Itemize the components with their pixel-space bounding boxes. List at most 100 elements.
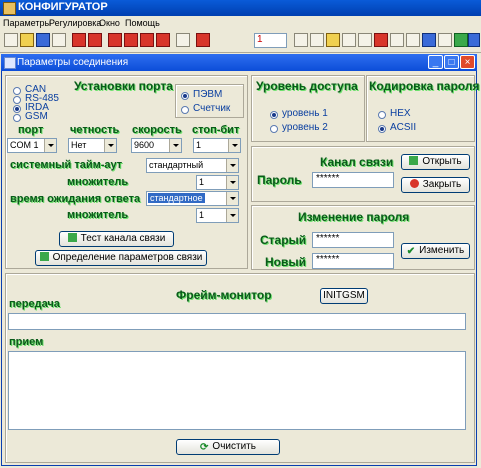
level-2-text: уровень 2 xyxy=(282,122,328,133)
save-icon[interactable] xyxy=(36,33,50,47)
radio-can[interactable] xyxy=(13,87,21,95)
stop-bit-value: 1 xyxy=(196,140,202,150)
cross-icon[interactable] xyxy=(176,33,190,47)
chevron-down-icon xyxy=(169,139,181,152)
chevron-down-icon xyxy=(228,139,240,152)
stop-icon[interactable] xyxy=(88,33,102,47)
radio-level-2[interactable] xyxy=(270,125,278,133)
minimize-button[interactable]: _ xyxy=(428,55,443,69)
speed-value: 9600 xyxy=(134,140,155,150)
test-channel-button[interactable]: Тест канала связи xyxy=(59,231,174,247)
password-encoding-heading: Кодировка пароля xyxy=(369,79,480,93)
pin-icon[interactable] xyxy=(374,33,388,47)
clock-icon[interactable] xyxy=(438,33,452,47)
open-icon[interactable] xyxy=(20,33,34,47)
stop-bit-label: стоп-бит xyxy=(192,124,240,136)
change-password-heading: Изменение пароля xyxy=(298,210,410,224)
radio-meter[interactable] xyxy=(181,106,189,114)
menu-window[interactable]: Окно xyxy=(99,18,120,28)
radio-rs485[interactable] xyxy=(13,96,21,104)
chart-icon[interactable] xyxy=(454,33,468,47)
close-channel-button[interactable]: Закрыть xyxy=(401,177,470,193)
chevron-down-icon xyxy=(104,139,116,152)
radio-level-1[interactable] xyxy=(270,111,278,119)
maximize-button[interactable]: □ xyxy=(444,55,459,69)
refresh-icon: ⟳ xyxy=(200,442,209,453)
sys-timeout-mult-select[interactable]: 1 xyxy=(196,175,239,190)
detect-params-button[interactable]: Определение параметров связи xyxy=(35,250,207,266)
radio-gsm[interactable] xyxy=(13,114,21,122)
toolbar-number-field[interactable]: 1 xyxy=(254,33,287,48)
access-level-heading: Уровень доступа xyxy=(256,79,358,93)
sys-timeout-select[interactable]: стандартный xyxy=(146,158,239,173)
meter-icon[interactable] xyxy=(310,33,324,47)
menu-regulation[interactable]: Регулировка xyxy=(49,18,101,28)
bulb-icon[interactable] xyxy=(326,33,340,47)
settings-icon[interactable] xyxy=(468,33,480,47)
app-title-bar: КОНФИГУРАТОР xyxy=(0,0,481,16)
phone-icon[interactable] xyxy=(196,33,210,47)
hex-text: HEX xyxy=(390,108,411,119)
chevron-down-icon xyxy=(226,159,238,172)
arrow-down-icon[interactable] xyxy=(108,33,122,47)
port-settings-heading: Установки порта xyxy=(74,79,173,93)
dialog-title: Параметры соединения xyxy=(17,57,129,68)
menu-help[interactable]: Помощь xyxy=(125,18,160,28)
sys-timeout-mult-label: множитель xyxy=(67,176,129,188)
send-input[interactable] xyxy=(8,313,466,330)
flag-icon[interactable] xyxy=(156,33,170,47)
radio-ascii[interactable] xyxy=(378,125,386,133)
runner-icon xyxy=(409,156,419,165)
radio-hex[interactable] xyxy=(378,111,386,119)
parity-label: четность xyxy=(70,124,120,136)
speed-label: скорость xyxy=(132,124,182,136)
gauge-icon[interactable] xyxy=(342,33,356,47)
port-select[interactable]: COM 1 xyxy=(7,138,57,153)
calculator-icon[interactable] xyxy=(406,33,420,47)
new-icon[interactable] xyxy=(4,33,18,47)
initgsm-button[interactable]: INITGSM xyxy=(320,288,368,304)
disconnect-icon[interactable] xyxy=(72,33,86,47)
level-1-text: уровень 1 xyxy=(282,108,328,119)
open-label: Открыть xyxy=(422,156,462,167)
runner-icon xyxy=(39,252,49,261)
send-label: передача xyxy=(9,298,60,310)
parity-select[interactable]: Нет xyxy=(68,138,117,153)
password-input[interactable]: ****** xyxy=(312,172,394,188)
interface-gsm: GSM xyxy=(25,111,48,122)
port-value: COM 1 xyxy=(10,140,39,150)
radio-irda[interactable] xyxy=(13,105,21,113)
old-password-input[interactable]: ****** xyxy=(312,232,394,248)
star-icon[interactable] xyxy=(358,33,372,47)
stop-bit-select[interactable]: 1 xyxy=(193,138,241,153)
close-channel-label: Закрыть xyxy=(422,179,462,190)
battery-icon[interactable] xyxy=(390,33,404,47)
no-icon[interactable] xyxy=(140,33,154,47)
new-password-input[interactable]: ****** xyxy=(312,253,394,269)
chevron-down-icon xyxy=(226,209,238,222)
open-button[interactable]: Открыть xyxy=(401,154,470,170)
print-icon[interactable] xyxy=(52,33,66,47)
no-entry-icon xyxy=(409,179,419,188)
target-meter: Счетчик xyxy=(193,103,231,114)
calendar-icon[interactable] xyxy=(422,33,436,47)
close-button[interactable]: × xyxy=(460,55,475,69)
receive-area[interactable] xyxy=(8,351,466,430)
radio-pc[interactable] xyxy=(181,92,189,100)
password-label: Пароль xyxy=(257,173,302,187)
chevron-down-icon xyxy=(226,176,238,189)
check-icon: ✔ xyxy=(406,246,416,257)
target-pc: ПЭВМ xyxy=(193,89,223,100)
sys-timeout-value: стандартный xyxy=(149,160,204,170)
test-channel-label: Тест канала связи xyxy=(80,233,166,244)
clear-button[interactable]: ⟳ Очистить xyxy=(176,439,280,455)
speed-select[interactable]: 9600 xyxy=(131,138,182,153)
response-wait-mult-select[interactable]: 1 xyxy=(196,208,239,223)
menu-params[interactable]: Параметры xyxy=(3,18,51,28)
response-wait-select[interactable]: стандартное xyxy=(146,191,239,206)
menu-bar: Параметры Регулировка Окно Помощь xyxy=(0,16,481,30)
change-button[interactable]: ✔ Изменить xyxy=(401,243,470,259)
ascii-text: ACSII xyxy=(390,122,417,133)
book-icon[interactable] xyxy=(294,33,308,47)
arrow-up-icon[interactable] xyxy=(124,33,138,47)
